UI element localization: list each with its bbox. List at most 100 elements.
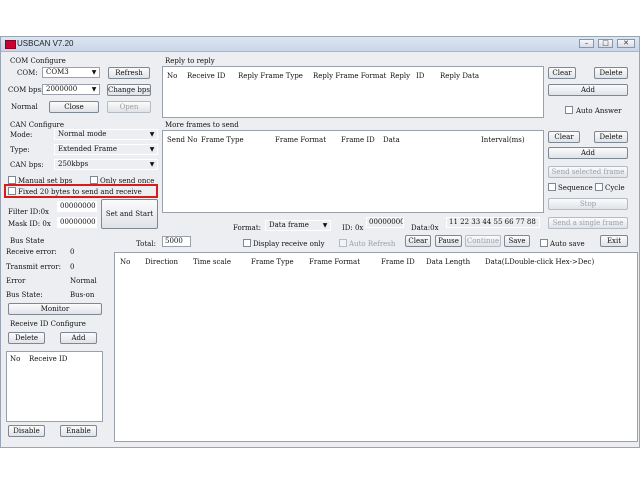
app-icon [5, 40, 16, 49]
save-button[interactable]: Save [504, 235, 530, 247]
auto-answer-label: Auto Answer [576, 107, 622, 115]
log-col-time-scale: Time scale [193, 258, 231, 266]
frame-format-select[interactable]: Data frame ▼ [265, 220, 331, 231]
monitor-button[interactable]: Monitor [8, 303, 102, 315]
auto-save-label: Auto save [550, 240, 585, 248]
reply-col-id: ID [416, 72, 425, 80]
receive-id-list[interactable]: No Receive ID [6, 351, 103, 422]
log-col-data: Data(LDouble-click Hex->Dec) [485, 258, 595, 266]
com-bps-select[interactable]: 2000000 ▼ [42, 84, 100, 95]
bus-state-title: Bus State [10, 237, 45, 245]
display-receive-only-checkbox[interactable] [243, 239, 251, 247]
error-value: Normal [70, 277, 97, 285]
receive-id-add-button[interactable]: Add [60, 332, 97, 344]
manual-bps-checkbox[interactable] [8, 176, 16, 184]
bus-state-label: Bus State: [6, 291, 43, 299]
send-id-input[interactable]: 00000000 [366, 217, 404, 228]
reply-col-frame-type: Reply Frame Type [238, 72, 303, 80]
continue-button[interactable]: Continue [465, 235, 501, 247]
mask-id-label: Mask ID: 0x [8, 220, 51, 228]
enable-button[interactable]: Enable [60, 425, 97, 437]
transmit-error-label: Transmit error: [6, 263, 61, 271]
display-receive-only-label: Display receive only [253, 240, 325, 248]
exit-button[interactable]: Exit [600, 235, 628, 247]
sequence-checkbox[interactable] [548, 183, 556, 191]
total-label: Total: [136, 240, 156, 248]
log-col-direction: Direction [145, 258, 179, 266]
can-bps-label: CAN bps: [10, 161, 44, 169]
auto-answer-checkbox[interactable] [565, 106, 573, 114]
more-col-send-no: Send No [167, 136, 198, 144]
reply-table[interactable]: No Receive ID Reply Frame Type Reply Fra… [162, 66, 544, 118]
log-col-data-length: Data Length [426, 258, 471, 266]
refresh-button[interactable]: Refresh [108, 67, 150, 79]
log-col-no: No [120, 258, 131, 266]
filter-id-input[interactable]: 00000000 [57, 201, 97, 212]
receive-error-value: 0 [70, 248, 75, 256]
com-configure-title: COM Configure [10, 57, 66, 65]
receive-log-table[interactable]: No Direction Time scale Frame Type Frame… [114, 252, 638, 442]
disable-button[interactable]: Disable [8, 425, 45, 437]
can-mode-select[interactable]: Normal mode ▼ [54, 129, 158, 140]
more-add-button[interactable]: Add [548, 147, 628, 159]
more-col-frame-type: Frame Type [201, 136, 244, 144]
set-and-start-button[interactable]: Set and Start [101, 199, 158, 229]
com-port-select[interactable]: COM3 ▼ [42, 67, 100, 78]
maximize-button[interactable]: □ [598, 39, 613, 48]
cycle-checkbox[interactable] [595, 183, 603, 191]
fixed-20-bytes-checkbox[interactable] [8, 187, 16, 195]
log-col-frame-format: Frame Format [309, 258, 361, 266]
receive-id-delete-button[interactable]: Delete [8, 332, 45, 344]
chevron-down-icon: ▼ [149, 161, 155, 168]
send-id-label: ID: 0x [342, 224, 364, 232]
more-col-frame-format: Frame Format [275, 136, 327, 144]
fixed-20-bytes-label: Fixed 20 bytes to send and receive [18, 188, 142, 196]
cycle-label: Cycle [605, 184, 625, 192]
reply-clear-button[interactable]: Clear [548, 67, 576, 79]
more-delete-button[interactable]: Delete [594, 131, 628, 143]
transmit-error-value: 0 [70, 263, 75, 271]
reply-col-reply: Reply [390, 72, 411, 80]
auto-save-checkbox[interactable] [540, 239, 548, 247]
reply-add-button[interactable]: Add [548, 84, 628, 96]
more-clear-button[interactable]: Clear [548, 131, 580, 143]
can-type-label: Type: [10, 146, 30, 154]
receive-id-col-no: No [10, 355, 21, 363]
filter-id-label: Filter ID:0x [8, 208, 49, 216]
more-frames-table[interactable]: Send No Frame Type Frame Format Frame ID… [162, 130, 544, 213]
mask-id-input[interactable]: 00000000 [57, 217, 97, 228]
change-bps-button[interactable]: Change bps [107, 84, 151, 96]
reply-delete-button[interactable]: Delete [594, 67, 628, 79]
open-port-button[interactable]: Open [107, 101, 151, 113]
only-send-once-checkbox[interactable] [90, 176, 98, 184]
receive-id-col-id: Receive ID [29, 355, 68, 363]
bus-state-value: Bus-on [70, 291, 95, 299]
receive-error-label: Receive error: [6, 248, 57, 256]
com-label: COM: [17, 69, 38, 77]
chevron-down-icon: ▼ [91, 86, 97, 93]
can-type-select[interactable]: Extended Frame ▼ [54, 144, 158, 155]
chevron-down-icon: ▼ [322, 222, 328, 229]
auto-refresh-label: Auto Refresh [349, 240, 396, 248]
more-col-frame-id: Frame ID [341, 136, 375, 144]
chevron-down-icon: ▼ [149, 131, 155, 138]
minimize-button[interactable]: – [579, 39, 594, 48]
format-label: Format: [233, 224, 262, 232]
can-bps-select[interactable]: 250kbps ▼ [54, 159, 158, 170]
com-mode-text: Normal [11, 103, 38, 111]
send-single-frame-button[interactable]: Send a single frame [548, 217, 628, 229]
window-title: USBCAN V7.20 [17, 39, 74, 48]
log-clear-button[interactable]: Clear [405, 235, 431, 247]
reply-col-no: No [167, 72, 178, 80]
close-window-button[interactable]: ✕ [617, 39, 635, 48]
stop-button[interactable]: Stop [548, 198, 628, 210]
sequence-label: Sequence [558, 184, 593, 192]
total-input[interactable]: 5000 [162, 236, 191, 247]
send-selected-frame-button[interactable]: Send selected frame [548, 166, 628, 178]
reply-col-receive-id: Receive ID [187, 72, 226, 80]
auto-refresh-checkbox[interactable] [339, 239, 347, 247]
send-data-input[interactable]: 11 22 33 44 55 66 77 88 [446, 217, 540, 228]
close-port-button[interactable]: Close [49, 101, 99, 113]
pause-button[interactable]: Pause [435, 235, 462, 247]
chevron-down-icon: ▼ [91, 69, 97, 76]
